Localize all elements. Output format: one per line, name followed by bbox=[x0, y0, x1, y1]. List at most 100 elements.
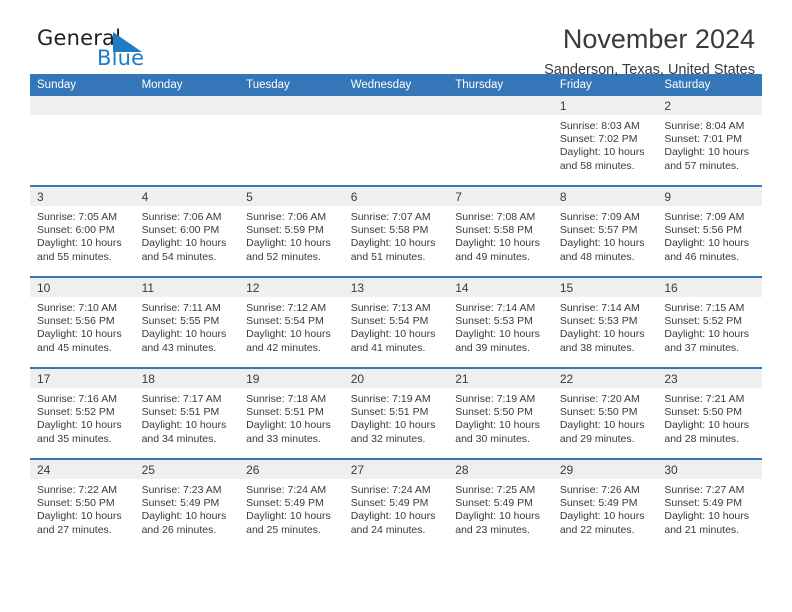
weekday-header-monday: Monday bbox=[134, 74, 240, 96]
sunrise-time: Sunrise: 7:06 AM bbox=[246, 211, 327, 223]
calendar-day-cell[interactable]: 12 Sunrise: 7:12 AM Sunset: 5:54 PM Dayligh… bbox=[239, 276, 344, 368]
daylight-duration-line2: and 22 minutes. bbox=[559, 523, 635, 536]
sunset-time: Sunset: 5:52 PM bbox=[37, 406, 115, 419]
day-number: 14 bbox=[448, 278, 553, 297]
page-header: General Blue November 2024 Sanderson, Te… bbox=[30, 0, 762, 78]
day-number: 8 bbox=[552, 187, 658, 206]
calendar-day-cell[interactable]: 13 Sunrise: 7:13 AM Sunset: 5:54 PM Dayligh… bbox=[343, 276, 449, 368]
day-details: Sunrise: 7:23 AM Sunset: 5:49 PM Daylight:… bbox=[135, 479, 240, 537]
daylight-duration-line1: Daylight: 10 hours bbox=[455, 237, 540, 250]
sunset-time: Sunset: 7:02 PM bbox=[559, 133, 638, 146]
day-details: Sunrise: 7:18 AM Sunset: 5:51 PM Daylight:… bbox=[239, 388, 344, 446]
calendar-day-cell[interactable]: 9 Sunrise: 7:09 AM Sunset: 5:56 PM Daylight… bbox=[657, 185, 762, 277]
sunrise-time: Sunrise: 8:03 AM bbox=[559, 120, 640, 132]
calendar-day-cell[interactable]: 7 Sunrise: 7:08 AM Sunset: 5:58 PM Daylight… bbox=[448, 185, 553, 277]
calendar-day-cell[interactable]: 19 Sunrise: 7:18 AM Sunset: 5:51 PM Dayligh… bbox=[239, 367, 344, 459]
daylight-duration-line2: and 48 minutes. bbox=[559, 250, 635, 263]
calendar-day-cell[interactable]: 3 Sunrise: 7:05 AM Sunset: 6:00 PM Daylight… bbox=[30, 185, 135, 277]
calendar-day-cell[interactable]: 10 Sunrise: 7:10 AM Sunset: 5:56 PM Dayligh… bbox=[30, 276, 135, 368]
sunrise-time: Sunrise: 7:10 AM bbox=[37, 302, 117, 314]
daylight-duration-line1: Daylight: 10 hours bbox=[141, 419, 227, 432]
sunset-time: Sunset: 5:49 PM bbox=[664, 497, 743, 510]
daylight-duration-line1: Daylight: 10 hours bbox=[664, 146, 750, 159]
daylight-duration-line1: Daylight: 10 hours bbox=[559, 419, 645, 432]
sunset-time: Sunset: 5:49 PM bbox=[559, 497, 638, 510]
day-details: Sunrise: 7:15 AM Sunset: 5:52 PM Daylight:… bbox=[657, 297, 762, 355]
daylight-duration-line2: and 34 minutes. bbox=[141, 432, 217, 445]
brand-logo[interactable]: General Blue bbox=[37, 26, 217, 76]
calendar-day-cell[interactable]: 17 Sunrise: 7:16 AM Sunset: 5:52 PM Dayligh… bbox=[30, 367, 135, 459]
calendar-day-cell[interactable]: 26 Sunrise: 7:24 AM Sunset: 5:49 PM Dayligh… bbox=[239, 458, 344, 549]
daylight-duration-line1: Daylight: 10 hours bbox=[664, 237, 750, 250]
day-number: 12 bbox=[239, 278, 344, 297]
calendar-day-cell[interactable]: 28 Sunrise: 7:25 AM Sunset: 5:49 PM Dayligh… bbox=[448, 458, 553, 549]
day-number: 17 bbox=[30, 369, 135, 388]
day-details: Sunrise: 7:20 AM Sunset: 5:50 PM Daylight:… bbox=[553, 388, 658, 446]
daylight-duration-line1: Daylight: 10 hours bbox=[350, 237, 436, 250]
daylight-duration-line1: Daylight: 10 hours bbox=[559, 510, 645, 523]
day-number: 15 bbox=[552, 278, 658, 297]
weekday-header-tuesday: Tuesday bbox=[239, 74, 344, 96]
day-details: Sunrise: 8:04 AM Sunset: 7:01 PM Daylight:… bbox=[657, 115, 762, 173]
brand-name-blue: Blue bbox=[97, 46, 145, 70]
day-details: Sunrise: 7:09 AM Sunset: 5:57 PM Daylight:… bbox=[553, 206, 658, 264]
daylight-duration-line2: and 33 minutes. bbox=[246, 432, 321, 445]
calendar-day-cell[interactable]: 2 Sunrise: 8:04 AM Sunset: 7:01 PM Daylight… bbox=[657, 96, 762, 186]
calendar-day-cell[interactable]: 16 Sunrise: 7:15 AM Sunset: 5:52 PM Dayligh… bbox=[657, 276, 762, 368]
sunset-time: Sunset: 5:54 PM bbox=[246, 315, 324, 328]
daylight-duration-line2: and 58 minutes. bbox=[559, 159, 635, 172]
sunrise-time: Sunrise: 7:23 AM bbox=[141, 484, 222, 496]
daylight-duration-line2: and 46 minutes. bbox=[664, 250, 740, 263]
day-details: Sunrise: 7:26 AM Sunset: 5:49 PM Daylight:… bbox=[553, 479, 658, 537]
daylight-duration-line2: and 37 minutes. bbox=[664, 341, 740, 354]
day-number bbox=[448, 96, 553, 115]
calendar-day-cell[interactable]: 4 Sunrise: 7:06 AM Sunset: 6:00 PM Daylight… bbox=[134, 185, 240, 277]
calendar-day-cell[interactable]: 6 Sunrise: 7:07 AM Sunset: 5:58 PM Daylight… bbox=[343, 185, 449, 277]
calendar-day-cell[interactable]: 20 Sunrise: 7:19 AM Sunset: 5:51 PM Dayligh… bbox=[343, 367, 449, 459]
sunrise-time: Sunrise: 7:05 AM bbox=[37, 211, 117, 223]
sunset-time: Sunset: 5:49 PM bbox=[455, 497, 533, 510]
day-details: Sunrise: 7:05 AM Sunset: 6:00 PM Daylight:… bbox=[30, 206, 135, 264]
sunrise-time: Sunrise: 7:24 AM bbox=[350, 484, 431, 496]
day-details: Sunrise: 7:24 AM Sunset: 5:49 PM Daylight:… bbox=[239, 479, 344, 537]
sunrise-time: Sunrise: 7:22 AM bbox=[37, 484, 117, 496]
day-details: Sunrise: 7:27 AM Sunset: 5:49 PM Daylight:… bbox=[657, 479, 762, 537]
sunrise-time: Sunrise: 7:18 AM bbox=[246, 393, 327, 405]
day-number bbox=[239, 96, 344, 115]
day-number: 2 bbox=[657, 96, 762, 115]
day-number bbox=[343, 96, 449, 115]
calendar-day-cell[interactable]: 30 Sunrise: 7:27 AM Sunset: 5:49 PM Dayligh… bbox=[657, 458, 762, 549]
sunset-time: Sunset: 5:49 PM bbox=[246, 497, 324, 510]
sunrise-time: Sunrise: 7:12 AM bbox=[246, 302, 327, 314]
calendar-day-cell[interactable]: 14 Sunrise: 7:14 AM Sunset: 5:53 PM Dayligh… bbox=[448, 276, 553, 368]
calendar-day-cell[interactable]: 11 Sunrise: 7:11 AM Sunset: 5:55 PM Dayligh… bbox=[134, 276, 240, 368]
day-details: Sunrise: 7:08 AM Sunset: 5:58 PM Daylight:… bbox=[448, 206, 553, 264]
sunrise-time: Sunrise: 7:15 AM bbox=[664, 302, 745, 314]
daylight-duration-line2: and 30 minutes. bbox=[455, 432, 530, 445]
calendar-day-cell[interactable]: 25 Sunrise: 7:23 AM Sunset: 5:49 PM Dayligh… bbox=[134, 458, 240, 549]
calendar-day-cell[interactable]: 1 Sunrise: 8:03 AM Sunset: 7:02 PM Daylight… bbox=[552, 96, 658, 186]
calendar-day-cell[interactable]: 29 Sunrise: 7:26 AM Sunset: 5:49 PM Dayligh… bbox=[552, 458, 658, 549]
day-number: 3 bbox=[30, 187, 135, 206]
weekday-header-sunday: Sunday bbox=[30, 74, 135, 96]
calendar-day-cell[interactable]: 8 Sunrise: 7:09 AM Sunset: 5:57 PM Daylight… bbox=[552, 185, 658, 277]
daylight-duration-line2: and 51 minutes. bbox=[350, 250, 426, 263]
sunrise-time: Sunrise: 7:17 AM bbox=[141, 393, 222, 405]
day-number: 18 bbox=[134, 369, 240, 388]
calendar-day-cell[interactable]: 24 Sunrise: 7:22 AM Sunset: 5:50 PM Dayligh… bbox=[30, 458, 135, 549]
calendar-day-cell[interactable]: 15 Sunrise: 7:14 AM Sunset: 5:53 PM Dayligh… bbox=[552, 276, 658, 368]
calendar-day-cell[interactable]: 21 Sunrise: 7:19 AM Sunset: 5:50 PM Dayligh… bbox=[448, 367, 553, 459]
calendar-day-cell[interactable]: 22 Sunrise: 7:20 AM Sunset: 5:50 PM Dayligh… bbox=[552, 367, 658, 459]
calendar-day-cell[interactable]: 23 Sunrise: 7:21 AM Sunset: 5:50 PM Dayligh… bbox=[657, 367, 762, 459]
calendar-page: General Blue November 2024 Sanderson, Te… bbox=[0, 0, 792, 612]
sunset-time: Sunset: 5:50 PM bbox=[664, 406, 743, 419]
calendar-week-row: 10 Sunrise: 7:10 AM Sunset: 5:56 PM Dayligh… bbox=[30, 276, 762, 368]
calendar-day-cell[interactable]: 27 Sunrise: 7:24 AM Sunset: 5:49 PM Dayligh… bbox=[343, 458, 449, 549]
daylight-duration-line1: Daylight: 10 hours bbox=[350, 510, 436, 523]
daylight-duration-line2: and 45 minutes. bbox=[37, 341, 112, 354]
daylight-duration-line2: and 28 minutes. bbox=[664, 432, 740, 445]
day-details: Sunrise: 7:21 AM Sunset: 5:50 PM Daylight:… bbox=[657, 388, 762, 446]
calendar-day-cell[interactable]: 18 Sunrise: 7:17 AM Sunset: 5:51 PM Dayligh… bbox=[134, 367, 240, 459]
calendar-day-cell[interactable]: 5 Sunrise: 7:06 AM Sunset: 5:59 PM Daylight… bbox=[239, 185, 344, 277]
sunrise-time: Sunrise: 7:11 AM bbox=[141, 302, 221, 314]
